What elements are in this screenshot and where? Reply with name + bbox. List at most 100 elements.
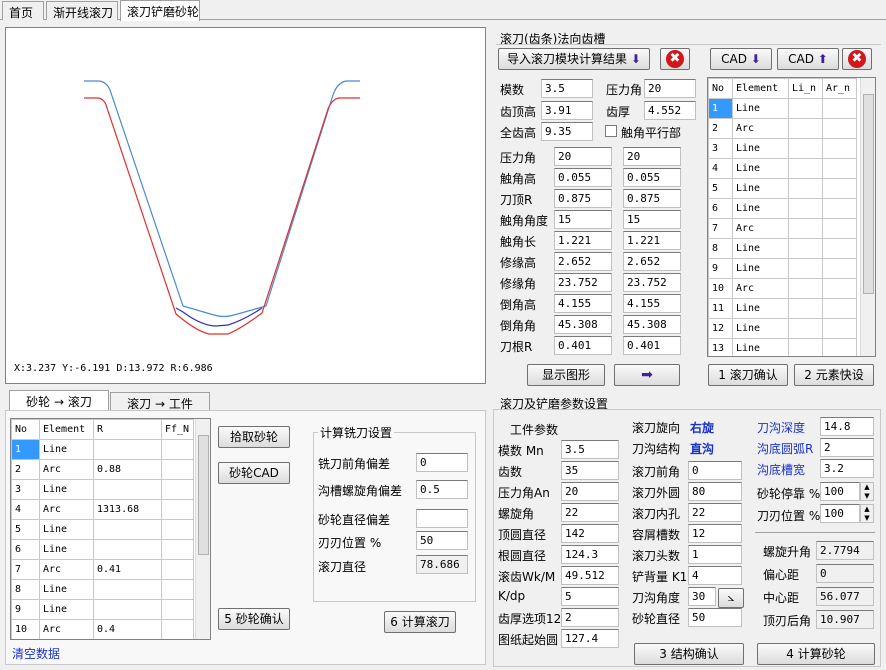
hob-param-field[interactable]: 4 xyxy=(688,566,742,585)
pick-wheel-button[interactable]: 拾取砂轮 xyxy=(218,426,290,448)
table-row[interactable]: 6 Line xyxy=(708,198,857,219)
param-field-right[interactable]: 2.652 xyxy=(623,252,681,271)
show-graph-button[interactable]: 显示图形 xyxy=(527,364,605,386)
table-row[interactable]: 5 Line xyxy=(11,519,194,540)
table-row[interactable]: 6 Line xyxy=(11,539,194,560)
edge-position-field[interactable]: 50 xyxy=(416,531,468,550)
wheel-cad-button[interactable]: 砂轮CAD xyxy=(218,462,290,484)
param-field-left[interactable]: 45.308 xyxy=(554,315,612,334)
param-field-left[interactable]: 20 xyxy=(554,147,612,166)
groove-structure-value[interactable]: 直沟 xyxy=(690,440,714,457)
workpiece-field[interactable]: 142 xyxy=(561,524,619,543)
table-row[interactable]: 4 Line xyxy=(708,158,857,179)
table-row[interactable]: 3 Line xyxy=(11,479,194,500)
tab-hob-grinding-wheel[interactable]: 滚刀铲磨砂轮 xyxy=(120,0,200,21)
table-row[interactable]: 5 Line xyxy=(708,178,857,199)
table-row[interactable]: 12 Line xyxy=(708,318,857,339)
cad-export-button[interactable]: CAD ⬆ xyxy=(777,48,839,70)
param-field-right[interactable]: 0.055 xyxy=(623,168,681,187)
hob-confirm-button[interactable]: 1 滚刀确认 xyxy=(708,364,788,386)
cad-import-button[interactable]: CAD ⬇ xyxy=(710,48,772,70)
import-results-button[interactable]: 导入滚刀模块计算结果 ⬇ xyxy=(498,48,650,70)
hob-direction-value[interactable]: 右旋 xyxy=(690,419,714,436)
table-row[interactable]: 7 Arc xyxy=(708,218,857,239)
hob-param-field[interactable]: 50 xyxy=(688,608,742,627)
clear-rack-button[interactable]: ✖ xyxy=(660,48,690,70)
table-row[interactable]: 13 Line xyxy=(708,338,857,356)
scroll-thumb[interactable] xyxy=(198,435,209,555)
edge-pos-field[interactable]: 100 xyxy=(820,504,860,523)
table-row[interactable]: 1 Line xyxy=(708,98,857,119)
wheel-stop-spinner[interactable]: ▲ ▼ xyxy=(860,482,874,501)
edge-pos-spinner[interactable]: ▲ ▼ xyxy=(860,504,874,523)
addendum-field[interactable]: 3.91 xyxy=(541,101,593,120)
helix-offset-field[interactable]: 0.5 xyxy=(416,480,468,499)
groove-param-label[interactable]: 沟底槽宽 xyxy=(757,461,805,478)
param-field-right[interactable]: 0.401 xyxy=(623,336,681,355)
rack-element-table[interactable]: No Element Li_n Ar_n 1 Line 2 Arc 3 Line 4 Line 5 Li… xyxy=(707,77,876,357)
table-row[interactable]: 9 Line xyxy=(11,599,194,620)
whole-depth-field[interactable]: 9.35 xyxy=(541,122,593,141)
table-row[interactable]: 4 Arc 1313.68 xyxy=(11,499,194,520)
param-field-right[interactable]: 15 xyxy=(623,210,681,229)
tab-wheel-to-hob[interactable]: 砂轮 → 滚刀 xyxy=(9,390,109,411)
table-row[interactable]: 11 Line xyxy=(708,298,857,319)
hob-param-field[interactable]: 12 xyxy=(688,524,742,543)
clear-cad-button[interactable]: ✖ xyxy=(842,48,872,70)
table-row[interactable]: 8 Line xyxy=(11,579,194,600)
dia-offset-field[interactable] xyxy=(416,509,468,528)
table-row[interactable]: 7 Arc 0.41 xyxy=(11,559,194,580)
calc-wheel-button[interactable]: 4 计算砂轮 xyxy=(757,643,875,665)
table-row[interactable]: 3 Line xyxy=(708,138,857,159)
wheel-confirm-button[interactable]: 5 砂轮确认 xyxy=(218,608,290,630)
rack-table-scrollbar[interactable] xyxy=(860,78,875,356)
groove-param-field[interactable]: 2 xyxy=(820,438,874,457)
param-field-right[interactable]: 20 xyxy=(623,147,681,166)
structure-confirm-button[interactable]: 3 结构确认 xyxy=(634,643,744,665)
rake-offset-field[interactable]: 0 xyxy=(416,453,468,472)
param-field-right[interactable]: 4.155 xyxy=(623,294,681,313)
tab-home[interactable]: 首页 xyxy=(2,1,44,20)
param-field-right[interactable]: 1.221 xyxy=(623,231,681,250)
workpiece-field[interactable]: 49.512 xyxy=(561,566,619,585)
pressure-angle-field[interactable]: 20 xyxy=(644,79,696,98)
groove-param-label[interactable]: 刀沟深度 xyxy=(757,419,805,436)
workpiece-field[interactable]: 20 xyxy=(561,482,619,501)
calc-hob-button[interactable]: 6 计算滚刀 xyxy=(384,611,456,633)
apply-arrow-button[interactable]: ➡ xyxy=(614,364,680,386)
param-field-right[interactable]: 45.308 xyxy=(623,315,681,334)
workpiece-field[interactable]: 127.4 xyxy=(561,629,619,648)
parallel-checkbox[interactable] xyxy=(605,125,617,137)
param-field-left[interactable]: 4.155 xyxy=(554,294,612,313)
param-field-left[interactable]: 1.221 xyxy=(554,231,612,250)
hob-param-field[interactable]: 22 xyxy=(688,503,742,522)
workpiece-field[interactable]: 35 xyxy=(561,461,619,480)
workpiece-field[interactable]: 3.5 xyxy=(561,440,619,459)
groove-param-field[interactable]: 14.8 xyxy=(820,417,874,436)
workpiece-field[interactable]: 2 xyxy=(561,608,619,627)
workpiece-field[interactable]: 22 xyxy=(561,503,619,522)
wheel-element-table[interactable]: No Element R Ff_N 1 Line 2 Arc 0.88 3 Line 4 Arc 131… xyxy=(10,418,211,640)
thickness-field[interactable]: 4.552 xyxy=(644,101,696,120)
wheel-stop-field[interactable]: 100 xyxy=(820,482,860,501)
param-field-left[interactable]: 23.752 xyxy=(554,273,612,292)
tab-involute-hob[interactable]: 渐开线滚刀 xyxy=(46,1,118,20)
element-quickset-button[interactable]: 2 元素快设 xyxy=(794,364,874,386)
hob-param-field[interactable]: 30 xyxy=(688,587,716,606)
table-row[interactable]: 2 Arc 0.88 xyxy=(11,459,194,480)
module-field[interactable]: 3.5 xyxy=(541,79,593,98)
table-row[interactable]: 10 Arc xyxy=(708,278,857,299)
param-field-left[interactable]: 0.401 xyxy=(554,336,612,355)
param-field-right[interactable]: 0.875 xyxy=(623,189,681,208)
workpiece-field[interactable]: 124.3 xyxy=(561,545,619,564)
angle-picker-button[interactable]: ⦣ xyxy=(718,588,744,608)
table-row[interactable]: 8 Line xyxy=(708,238,857,259)
wheel-table-scrollbar[interactable] xyxy=(195,419,210,639)
table-row[interactable]: 9 Line xyxy=(708,258,857,279)
table-row[interactable]: 1 Line xyxy=(11,439,194,460)
workpiece-field[interactable]: 5 xyxy=(561,587,619,606)
table-row[interactable]: 10 Arc 0.4 xyxy=(11,619,194,639)
hob-param-field[interactable]: 80 xyxy=(688,482,742,501)
hob-param-field[interactable]: 1 xyxy=(688,545,742,564)
groove-param-label[interactable]: 沟底圆弧R xyxy=(757,440,813,457)
